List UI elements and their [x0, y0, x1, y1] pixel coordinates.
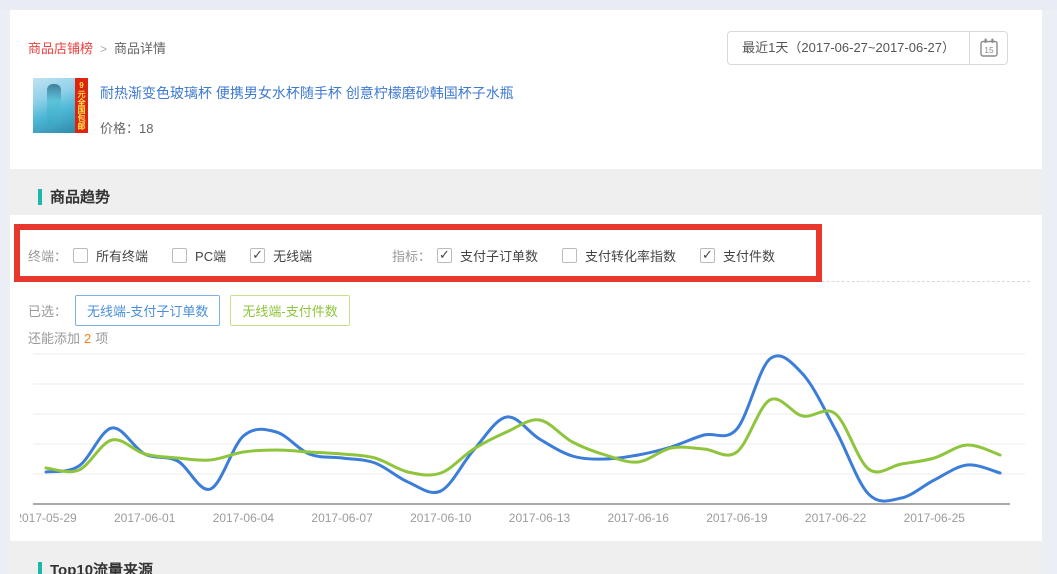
checkbox-unchecked-icon[interactable] — [172, 248, 187, 263]
breadcrumb-separator: > — [100, 42, 107, 56]
svg-text:2017-06-07: 2017-06-07 — [311, 511, 373, 525]
svg-text:2017-05-29: 2017-05-29 — [20, 511, 77, 525]
metric-option-0[interactable]: 支付子订单数 — [437, 246, 538, 265]
metric-group-label: 指标： — [392, 246, 431, 265]
metric-option-label: 支付转化率指数 — [585, 246, 676, 265]
svg-text:2017-06-13: 2017-06-13 — [509, 511, 571, 525]
section-accent-bar — [38, 189, 42, 205]
product-header-card: 商品店铺榜 > 商品详情 最近1天（2017-06-27~2017-06-27） 1… — [10, 10, 1042, 169]
metric-option-label: 支付件数 — [723, 246, 775, 265]
product-price: 价格：18 — [100, 118, 153, 137]
svg-text:2017-06-22: 2017-06-22 — [805, 511, 867, 525]
terminal-option-2[interactable]: 无线端 — [250, 246, 312, 265]
svg-text:2017-06-01: 2017-06-01 — [114, 511, 176, 525]
terminal-group-label: 终端： — [28, 246, 67, 265]
checkbox-checked-icon[interactable] — [250, 248, 265, 263]
metric-option-label: 支付子订单数 — [460, 246, 538, 265]
terminal-option-label: PC端 — [195, 246, 226, 265]
series-line-0 — [46, 356, 1000, 501]
svg-text:2017-06-25: 2017-06-25 — [904, 511, 966, 525]
selected-tag-1[interactable]: 无线端-支付件数 — [230, 295, 349, 326]
trend-section-title-text: 商品趋势 — [50, 186, 110, 207]
bottom-section-title: Top10流量来源 — [38, 559, 153, 574]
metric-option-1[interactable]: 支付转化率指数 — [562, 246, 676, 265]
product-title-link[interactable]: 耐热渐变色玻璃杯 便携男女水杯随手杯 创意柠檬磨砂韩国杯子水瓶 — [100, 83, 514, 103]
svg-text:2017-06-04: 2017-06-04 — [213, 511, 275, 525]
svg-text:15: 15 — [984, 45, 994, 55]
selected-tag-0[interactable]: 无线端-支付子订单数 — [75, 295, 220, 326]
breadcrumb: 商品店铺榜 > 商品详情 — [28, 38, 166, 57]
svg-text:2017-06-19: 2017-06-19 — [706, 511, 768, 525]
metric-option-2[interactable]: 支付件数 — [700, 246, 775, 265]
product-image[interactable]: 9元全国包邮 — [33, 78, 88, 133]
terminal-option-0[interactable]: 所有终端 — [73, 246, 148, 265]
page: 商品店铺榜 > 商品详情 最近1天（2017-06-27~2017-06-27） 1… — [0, 0, 1057, 574]
selected-tags-row: 已选： 无线端-支付子订单数无线端-支付件数 — [28, 295, 360, 326]
checkbox-checked-icon[interactable] — [700, 248, 715, 263]
section-accent-bar — [38, 562, 42, 574]
terminal-option-1[interactable]: PC端 — [172, 246, 226, 265]
trend-chart[interactable]: 2017-05-29 2017-06-01 2017-06-04 2017-06-07… — [20, 340, 1032, 540]
selected-tags: 无线端-支付子订单数无线端-支付件数 — [75, 295, 360, 326]
checkbox-unchecked-icon[interactable] — [562, 248, 577, 263]
metric-filter-group: 指标： 支付子订单数 支付转化率指数 支付件数 — [392, 246, 799, 265]
checkbox-unchecked-icon[interactable] — [73, 248, 88, 263]
terminal-options: 所有终端 PC端 无线端 — [73, 246, 336, 265]
filter-divider — [20, 281, 1030, 282]
date-range-picker[interactable]: 最近1天（2017-06-27~2017-06-27） 15 — [727, 31, 1008, 65]
terminal-option-label: 所有终端 — [96, 246, 148, 265]
series-line-1 — [46, 399, 1000, 475]
calendar-icon: 15 — [978, 37, 1000, 59]
terminal-filter-group: 终端： 所有终端 PC端 无线端 — [28, 246, 336, 265]
product-image-badge: 9元全国包邮 — [75, 78, 88, 133]
content-column: 商品店铺榜 > 商品详情 最近1天（2017-06-27~2017-06-27） 1… — [10, 10, 1042, 574]
product-photo — [33, 78, 75, 133]
selected-label: 已选： — [28, 301, 67, 320]
breadcrumb-link-rank[interactable]: 商品店铺榜 — [28, 41, 93, 56]
bottom-section-title-text: Top10流量来源 — [50, 559, 153, 574]
calendar-button[interactable]: 15 — [969, 32, 1007, 64]
svg-text:2017-06-16: 2017-06-16 — [608, 511, 670, 525]
breadcrumb-current: 商品详情 — [114, 41, 166, 56]
trend-section-title: 商品趋势 — [38, 186, 110, 207]
svg-text:2017-06-10: 2017-06-10 — [410, 511, 472, 525]
checkbox-checked-icon[interactable] — [437, 248, 452, 263]
date-range-label[interactable]: 最近1天（2017-06-27~2017-06-27） — [728, 32, 969, 64]
metric-options: 支付子订单数 支付转化率指数 支付件数 — [437, 246, 799, 265]
trend-chart-svg: 2017-05-29 2017-06-01 2017-06-04 2017-06-07… — [20, 340, 1032, 540]
terminal-option-label: 无线端 — [273, 246, 312, 265]
top-window-strip — [0, 0, 1057, 10]
